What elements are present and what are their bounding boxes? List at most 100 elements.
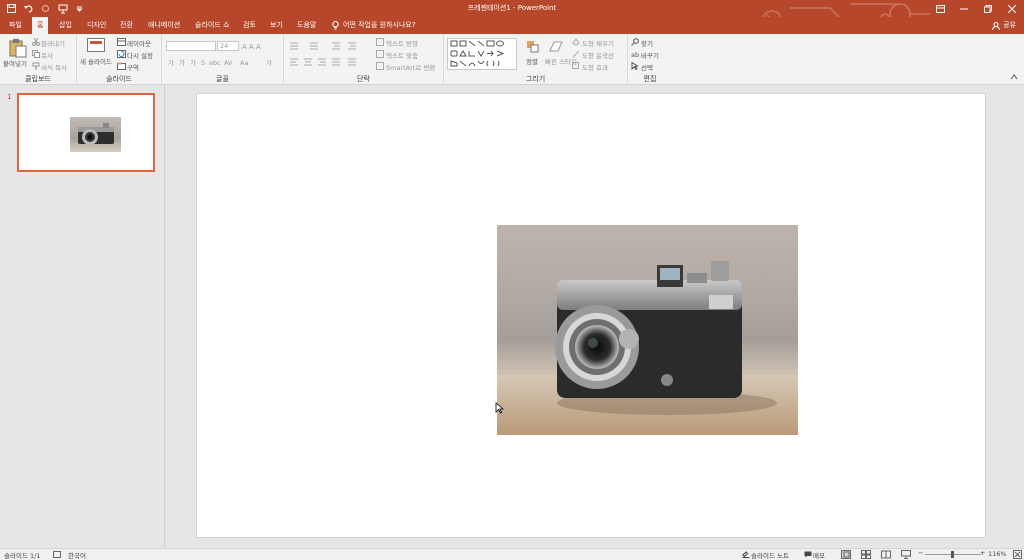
share-button[interactable]: 공유 — [992, 17, 1016, 34]
tab-review[interactable]: 검토 — [238, 17, 261, 34]
smartart-icon[interactable] — [376, 62, 384, 70]
slide-info: 슬라이드 1/1 — [4, 552, 41, 560]
font-name-dropdown[interactable] — [166, 41, 216, 51]
slide-thumbnail[interactable] — [17, 93, 155, 172]
layout-label[interactable]: 레이아웃 — [127, 38, 151, 48]
svg-text:ab: ab — [631, 51, 639, 58]
mouse-cursor-icon — [495, 402, 504, 414]
font-format-icons[interactable]: 가 가 가 Sabc AV Aa 가 — [166, 58, 276, 67]
tab-transitions[interactable]: 전환 — [115, 17, 138, 34]
shapes-gallery-icon[interactable] — [447, 38, 517, 70]
tab-insert[interactable]: 삽입 — [54, 17, 77, 34]
paragraph-group-label: 단락 — [357, 75, 370, 83]
align-text-label[interactable]: 텍스트 맞춤 — [386, 50, 418, 60]
zoom-in-button[interactable]: + — [980, 549, 985, 557]
editing-group-label: 편집 — [643, 75, 657, 83]
cut-icon[interactable] — [32, 38, 40, 46]
font-size-value: 24 — [220, 42, 229, 50]
copy-label[interactable]: 복사 — [41, 50, 53, 60]
select-icon[interactable] — [631, 62, 639, 70]
ribbon-display-icon[interactable] — [928, 0, 952, 17]
replace-icon[interactable]: ab — [631, 50, 639, 58]
align-text-icon[interactable] — [376, 50, 384, 58]
share-label: 공유 — [1003, 21, 1016, 29]
format-painter-label[interactable]: 서식 복사 — [41, 62, 67, 72]
svg-text:가: 가 — [190, 58, 196, 67]
text-direction-icon[interactable] — [376, 38, 384, 46]
svg-text:abc: abc — [209, 59, 221, 67]
section-icon[interactable] — [117, 62, 126, 70]
shape-fill-icon[interactable] — [572, 38, 580, 46]
minimize-icon[interactable] — [952, 0, 976, 17]
zoom-level[interactable]: 116% — [988, 550, 1007, 558]
tab-help[interactable]: 도움말 — [292, 17, 321, 34]
tab-design[interactable]: 디자인 — [82, 17, 111, 34]
ribbon: 붙여넣기 잘라내기 복사 서식 복사 클립보드 새 슬라이드 레이아웃 다시 설… — [0, 34, 1024, 85]
list-buttons-icon[interactable] — [288, 41, 368, 50]
cut-label[interactable]: 잘라내기 — [41, 38, 65, 48]
shape-effects-label[interactable]: 도형 효과 — [582, 62, 608, 72]
smartart-label[interactable]: SmartArt로 변환 — [386, 62, 435, 72]
tab-file[interactable]: 파일 — [4, 17, 27, 34]
align-buttons-icon[interactable] — [288, 57, 368, 66]
new-slide-icon[interactable] — [87, 38, 105, 54]
font-group-label: 글꼴 — [216, 75, 229, 83]
copy-icon[interactable] — [32, 50, 40, 58]
new-slide-label[interactable]: 새 슬라이드 — [80, 56, 112, 66]
spellcheck-icon[interactable] — [53, 551, 61, 558]
slide-canvas[interactable] — [196, 93, 986, 538]
font-size-adjust-icon[interactable]: A A A — [242, 42, 278, 50]
language[interactable]: 한국어 — [68, 550, 86, 560]
paste-icon[interactable] — [8, 38, 28, 58]
text-direction-label[interactable]: 텍스트 방향 — [386, 38, 418, 48]
collapse-ribbon-icon[interactable] — [1010, 74, 1018, 80]
slides-group-label: 슬라이드 — [106, 75, 132, 83]
slide-thumbnail-pane: 1 — [0, 85, 165, 548]
comments-icon[interactable] — [804, 551, 812, 558]
paste-label[interactable]: 붙여넣기 — [3, 58, 27, 68]
tab-view[interactable]: 보기 — [265, 17, 288, 34]
drawing-group-label: 그리기 — [525, 75, 546, 83]
restore-icon[interactable] — [976, 0, 1000, 17]
arrange-icon[interactable] — [526, 40, 540, 54]
zoom-slider-thumb[interactable] — [951, 551, 954, 558]
tab-home[interactable]: 홈 — [32, 17, 49, 34]
shape-effects-icon[interactable] — [572, 62, 580, 70]
replace-label[interactable]: 바꾸기 — [641, 50, 659, 60]
notes-button[interactable]: 슬라이드 노트 — [751, 550, 789, 560]
zoom-out-button[interactable]: − — [918, 549, 923, 557]
editing-group: 찾기 ab 바꾸기 선택 편집 — [628, 34, 672, 85]
shape-outline-icon[interactable] — [572, 50, 580, 58]
arrange-label[interactable]: 정렬 — [526, 56, 538, 66]
ribbon-tabs: 파일 홈 삽입 디자인 전환 애니메이션 슬라이드 쇼 검토 보기 도움말 어떤… — [0, 17, 1024, 34]
layout-icon[interactable] — [117, 38, 126, 46]
fit-to-window-icon[interactable] — [1013, 550, 1022, 559]
slide-sorter-icon[interactable] — [861, 550, 871, 559]
tab-animations[interactable]: 애니메이션 — [143, 17, 185, 34]
slide-number: 1 — [7, 93, 12, 101]
find-icon[interactable] — [631, 38, 639, 46]
font-size-dropdown[interactable]: 24 — [217, 41, 239, 51]
shape-fill-label[interactable]: 도형 채우기 — [582, 38, 614, 48]
svg-text:S: S — [201, 59, 205, 67]
slideshow-view-icon[interactable] — [901, 550, 911, 559]
format-painter-icon[interactable] — [32, 62, 40, 70]
section-label[interactable]: 구역 — [127, 62, 139, 72]
notes-icon[interactable] — [742, 551, 750, 558]
tab-slideshow[interactable]: 슬라이드 쇼 — [190, 17, 234, 34]
reset-label[interactable]: 다시 설정 — [127, 50, 153, 60]
find-label[interactable]: 찾기 — [641, 38, 653, 48]
quick-styles-icon[interactable] — [548, 39, 564, 53]
close-icon[interactable] — [1000, 0, 1024, 17]
reading-view-icon[interactable] — [881, 550, 891, 559]
tell-me-text: 어떤 작업을 원하시나요? — [343, 21, 416, 29]
tell-me-box[interactable]: 어떤 작업을 원하시나요? — [332, 17, 416, 34]
comments-button[interactable]: 메모 — [813, 550, 825, 560]
status-bar: 슬라이드 1/1 한국어 슬라이드 노트 메모 − + 116% — [0, 548, 1024, 560]
select-label[interactable]: 선택 — [641, 62, 653, 72]
camera-photo[interactable] — [497, 225, 798, 435]
reset-icon[interactable] — [117, 50, 126, 58]
shape-outline-label[interactable]: 도형 윤곽선 — [582, 50, 614, 60]
person-icon — [992, 21, 1001, 30]
normal-view-icon[interactable] — [841, 550, 851, 559]
